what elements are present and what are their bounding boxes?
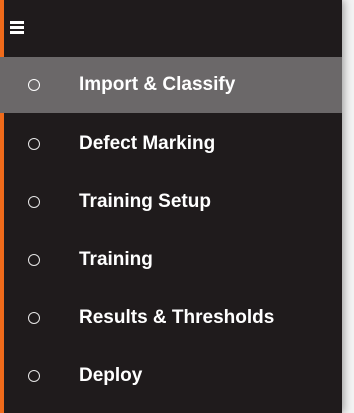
nav-item-label: Deploy [79, 365, 143, 386]
nav-menu: Import & Classify Defect Marking Trainin… [0, 57, 342, 405]
radio-circle-icon [28, 254, 40, 266]
navigation-pane: Import & Classify Defect Marking Trainin… [0, 0, 342, 413]
nav-item-training[interactable]: Training [0, 231, 342, 289]
nav-item-results-thresholds[interactable]: Results & Thresholds [0, 289, 342, 347]
nav-item-label: Results & Thresholds [79, 307, 275, 328]
nav-item-label: Training [79, 249, 153, 270]
nav-item-training-setup[interactable]: Training Setup [0, 173, 342, 231]
hamburger-icon[interactable] [10, 21, 24, 35]
nav-header [0, 0, 342, 52]
nav-item-deploy[interactable]: Deploy [0, 347, 342, 405]
radio-circle-icon [28, 196, 40, 208]
radio-circle-icon [28, 312, 40, 324]
nav-item-defect-marking[interactable]: Defect Marking [0, 115, 342, 173]
nav-item-label: Defect Marking [79, 133, 216, 154]
radio-circle-icon [28, 138, 40, 150]
radio-circle-icon [28, 79, 40, 91]
nav-item-label: Import & Classify [79, 74, 236, 95]
nav-item-label: Training Setup [79, 191, 211, 212]
radio-circle-icon [28, 370, 40, 382]
nav-item-import-classify[interactable]: Import & Classify [0, 57, 342, 113]
